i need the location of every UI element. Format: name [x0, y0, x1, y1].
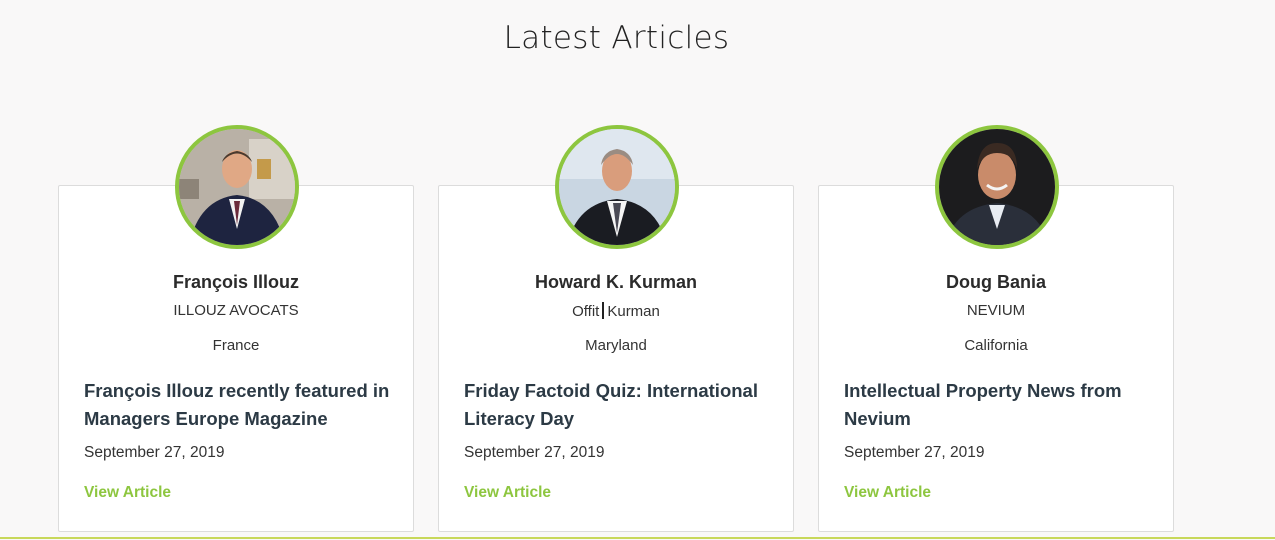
- article-date: September 27, 2019: [84, 444, 225, 461]
- author-avatar[interactable]: [175, 125, 299, 249]
- view-article-link[interactable]: View Article: [844, 484, 931, 502]
- article-card: Doug Bania NEVIUM California Intellectua…: [818, 125, 1174, 532]
- article-date: September 27, 2019: [464, 444, 605, 461]
- article-card: Howard K. Kurman Offit Kurman Maryland Fr…: [438, 125, 794, 532]
- view-article-link[interactable]: View Article: [84, 484, 171, 502]
- author-location: California: [964, 337, 1028, 354]
- author-photo: [939, 129, 1055, 245]
- author-name: Doug Bania: [945, 272, 1046, 292]
- view-article-link[interactable]: View Article: [464, 484, 551, 502]
- author-location: Maryland: [585, 337, 647, 354]
- author-name: Howard K. Kurman: [534, 272, 698, 292]
- author-firm: ILLOUZ AVOCATS: [173, 302, 299, 319]
- article-headline[interactable]: Intellectual Property News from Nevium: [844, 377, 1154, 433]
- article-card: François Illouz ILLOUZ AVOCATS France Fr…: [58, 125, 414, 532]
- firm-divider: [602, 302, 605, 319]
- author-avatar[interactable]: [555, 125, 679, 249]
- firm-name-part: Offit: [572, 303, 600, 320]
- article-date: September 27, 2019: [844, 444, 985, 461]
- author-location: France: [212, 337, 260, 354]
- section-title: Latest Articles: [503, 20, 730, 56]
- author-name: François Illouz: [172, 272, 300, 292]
- firm-name-part: Kurman: [607, 303, 660, 320]
- author-firm: NEVIUM: [966, 302, 1026, 319]
- author-firm: Offit Kurman: [439, 302, 793, 320]
- latest-articles-page: Latest Articles François Illouz ILLOUZ A…: [0, 0, 1275, 540]
- article-headline[interactable]: Friday Factoid Quiz: International Liter…: [464, 377, 774, 433]
- author-photo: [559, 129, 675, 245]
- footer-divider: [0, 537, 1275, 539]
- author-avatar[interactable]: [935, 125, 1059, 249]
- article-headline[interactable]: François Illouz recently featured in Man…: [84, 377, 394, 433]
- author-photo: [179, 129, 295, 245]
